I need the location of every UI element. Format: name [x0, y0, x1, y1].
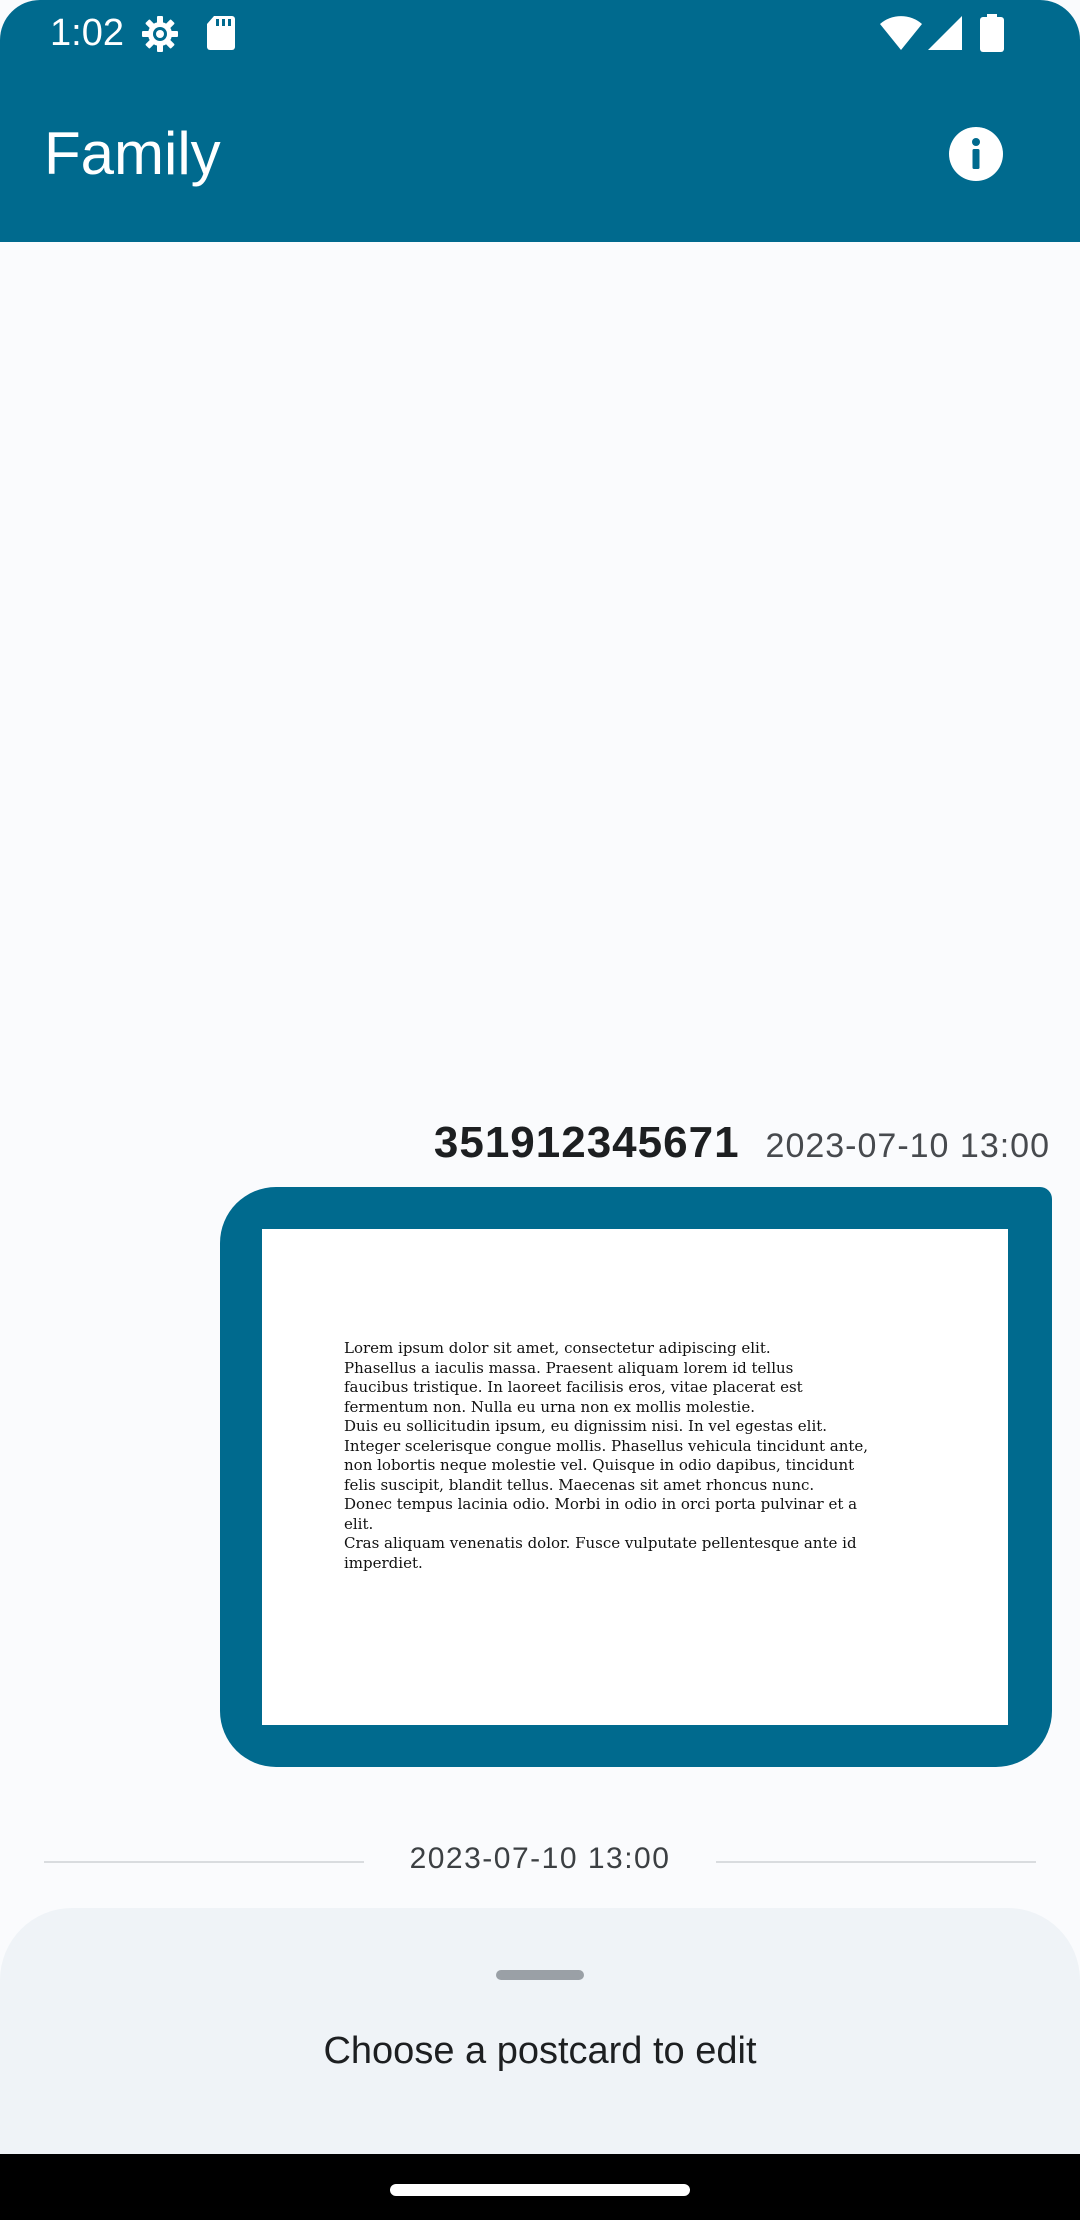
screen: 1:02 Family 351912345671 2023-07-10 13:0… — [0, 0, 1080, 2220]
info-button[interactable] — [946, 124, 1006, 184]
status-time: 1:02 — [50, 12, 124, 54]
app-bar: 1:02 Family — [0, 0, 1080, 242]
sender-number: 351912345671 — [433, 1118, 740, 1167]
system-nav-bar — [0, 2154, 1080, 2220]
postcard-bubble[interactable]: Lorem ipsum dolor sit amet, consectetur … — [220, 1187, 1052, 1767]
info-icon — [949, 127, 1003, 181]
postcard-image: Lorem ipsum dolor sit amet, consectetur … — [262, 1229, 1008, 1725]
divider-date-label: 2023-07-10 13:00 — [409, 1842, 671, 1875]
message-timestamp: 2023-07-10 13:00 — [765, 1127, 1050, 1165]
status-bar: 1:02 — [0, 0, 1080, 66]
wifi-icon — [880, 16, 922, 55]
bottom-sheet[interactable]: Choose a postcard to edit — [0, 1908, 1080, 2158]
postcard-line: fermentum non. Nulla eu urna non ex moll… — [344, 1397, 755, 1416]
divider-line-right — [716, 1861, 1036, 1863]
home-gesture-handle[interactable] — [390, 2184, 690, 2196]
postcard-line: Lorem ipsum dolor sit amet, consectetur … — [344, 1339, 771, 1357]
drag-handle[interactable] — [496, 1970, 584, 1980]
message-header: 351912345671 2023-07-10 13:00 — [434, 1118, 1050, 1178]
postcard-line: faucibus tristique. In laoreet facilisis… — [344, 1378, 803, 1396]
page-title: Family — [44, 120, 221, 187]
postcard-line: felis suscipit, blandit tellus. Maecenas… — [344, 1475, 815, 1494]
postcard-line: non lobortis neque molestie vel. Quisque… — [344, 1456, 855, 1474]
postcard-text: Lorem ipsum dolor sit amet, consectetur … — [344, 1339, 904, 1573]
battery-icon — [980, 14, 1004, 57]
signal-icon — [928, 16, 962, 55]
postcard-line: Phasellus a iaculis massa. Praesent aliq… — [344, 1358, 794, 1377]
settings-gear-icon — [140, 14, 180, 59]
date-divider: 2023-07-10 13:00 — [44, 1836, 1036, 1886]
postcard-line: Donec tempus lacinia odio. Morbi in odio… — [344, 1495, 858, 1513]
bottom-sheet-prompt: Choose a postcard to edit — [323, 2030, 757, 2072]
postcard-line: Integer scelerisque congue mollis. Phase… — [344, 1436, 869, 1455]
postcard-line: elit. — [344, 1514, 374, 1533]
sd-card-icon — [206, 16, 236, 55]
postcard-line: Cras aliquam venenatis dolor. Fusce vulp… — [344, 1534, 857, 1552]
postcard-line: Duis eu sollicitudin ipsum, eu dignissim… — [344, 1417, 828, 1435]
postcard-line: imperdiet. — [344, 1553, 423, 1572]
